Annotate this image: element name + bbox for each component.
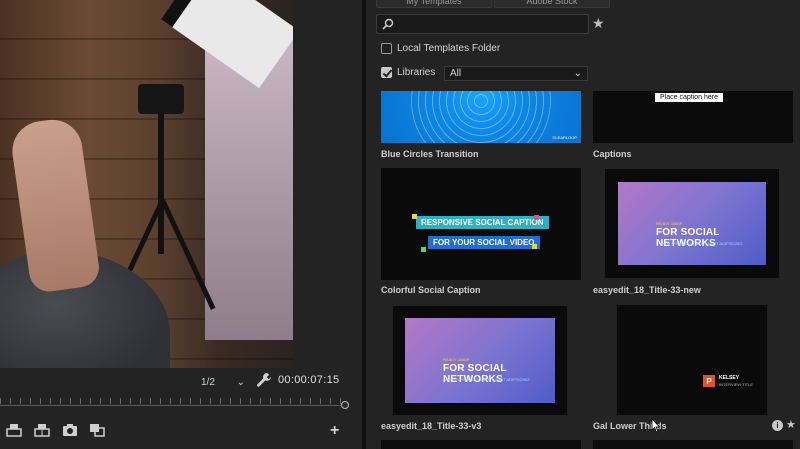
title-subtitle: LOREM IPSUM DOLOR SIT AMET ADIPISCING xyxy=(443,377,530,382)
playback-resolution-select[interactable]: 1/2 ⌄ xyxy=(197,374,249,390)
template-thumbnail-blue-circles[interactable]: CLEARLOOP xyxy=(381,91,581,143)
monitor-controls: 1/2 ⌄ 00:00:07:15 + xyxy=(0,368,362,449)
info-icon[interactable]: i xyxy=(772,420,783,431)
search-input[interactable] xyxy=(376,14,589,34)
playhead-scrubber[interactable] xyxy=(0,396,350,410)
local-templates-checkbox[interactable] xyxy=(381,43,392,54)
local-templates-folder-option[interactable]: Local Templates Folder xyxy=(381,43,500,54)
libraries-checkbox[interactable] xyxy=(381,67,392,78)
title-kicker: READY 1080P xyxy=(443,357,470,362)
lift-icon[interactable] xyxy=(6,423,22,437)
tab-my-templates[interactable]: My Templates xyxy=(376,0,492,8)
chevron-down-icon: ⌄ xyxy=(236,376,245,388)
accent-square xyxy=(421,247,426,252)
camera xyxy=(138,84,184,114)
thumbnail-tag: CLEARLOOP xyxy=(552,135,577,140)
chevron-down-icon: ⌄ xyxy=(573,68,582,79)
libraries-selected-value: All xyxy=(450,68,462,79)
mouse-cursor-icon xyxy=(651,418,661,433)
accent-square xyxy=(412,214,417,219)
social-caption-graphic: RESPONSIVE SOCIAL CAPTION FOR YOUR SOCIA… xyxy=(416,216,549,250)
add-button-plus-icon[interactable]: + xyxy=(330,422,339,440)
title-subtitle: LOREM IPSUM DOLOR SIT AMET ADIPISCING xyxy=(656,241,743,246)
accent-square xyxy=(532,244,537,249)
template-thumbnail-gal-lower-thirds[interactable]: P KELSEY INTERVIEW TITLE xyxy=(617,305,767,415)
template-name: easyedit_18_Title-33-new xyxy=(593,285,701,295)
caption-placeholder: Place caption here xyxy=(655,93,723,102)
libraries-option[interactable]: Libraries xyxy=(381,67,435,78)
template-thumbnail-easyedit-new[interactable]: READY 1080P FOR SOCIAL NETWORKS LOREM IP… xyxy=(605,169,779,278)
caption-line-2: FOR YOUR SOCIAL VIDEO xyxy=(428,236,540,249)
program-monitor: 1/2 ⌄ 00:00:07:15 + xyxy=(0,0,362,449)
wrench-icon[interactable] xyxy=(256,372,272,388)
caption-line-1: RESPONSIVE SOCIAL CAPTION xyxy=(416,216,549,229)
favorite-star-icon[interactable]: ★ xyxy=(786,418,796,431)
background-wall xyxy=(205,40,293,340)
favorites-filter-star-icon[interactable]: ★ xyxy=(592,15,605,32)
search-icon xyxy=(382,18,394,30)
title-kicker: READY 1080P xyxy=(656,221,683,226)
playhead-handle[interactable] xyxy=(341,401,349,409)
compare-view-icon[interactable] xyxy=(89,423,105,437)
template-thumbnail-partial[interactable] xyxy=(593,440,793,449)
template-thumbnail-colorful-social-caption[interactable]: RESPONSIVE SOCIAL CAPTION FOR YOUR SOCIA… xyxy=(381,168,581,280)
template-thumbnail-easyedit-v3[interactable]: READY 1080P FOR SOCIAL NETWORKS LOREM IP… xyxy=(393,306,567,415)
premiere-window: 1/2 ⌄ 00:00:07:15 + My Templates Adobe S… xyxy=(0,0,800,449)
circles-graphic xyxy=(411,91,551,143)
tripod-leg xyxy=(158,114,164,254)
camera-export-frame-icon[interactable] xyxy=(62,423,78,437)
libraries-label: Libraries xyxy=(397,67,436,78)
local-templates-label: Local Templates Folder xyxy=(397,43,501,54)
accent-square xyxy=(534,215,539,220)
scrub-track xyxy=(0,405,344,406)
lower-third-role: INTERVIEW TITLE xyxy=(719,382,754,387)
template-thumbnail-captions[interactable]: Place caption here xyxy=(593,91,793,143)
template-thumbnail-partial[interactable] xyxy=(381,440,581,449)
libraries-select[interactable]: All ⌄ xyxy=(444,66,588,81)
template-name: Blue Circles Transition xyxy=(381,149,479,159)
template-name: easyedit_18_Title-33-v3 xyxy=(381,421,482,431)
template-name: Colorful Social Caption xyxy=(381,285,481,295)
video-frame[interactable] xyxy=(0,0,293,368)
extract-icon[interactable] xyxy=(34,423,50,437)
lower-third-name: KELSEY xyxy=(719,375,740,381)
essential-graphics-panel: My Templates Adobe Stock ★ Local Templat… xyxy=(366,0,800,449)
time-ruler xyxy=(0,398,344,404)
lower-third-logo: P xyxy=(703,375,715,387)
tab-adobe-stock[interactable]: Adobe Stock xyxy=(494,0,610,8)
timecode[interactable]: 00:00:07:15 xyxy=(278,374,339,386)
resolution-value: 1/2 xyxy=(201,376,215,388)
browse-tabs: My Templates Adobe Stock xyxy=(376,0,610,8)
template-name: Captions xyxy=(593,149,632,159)
